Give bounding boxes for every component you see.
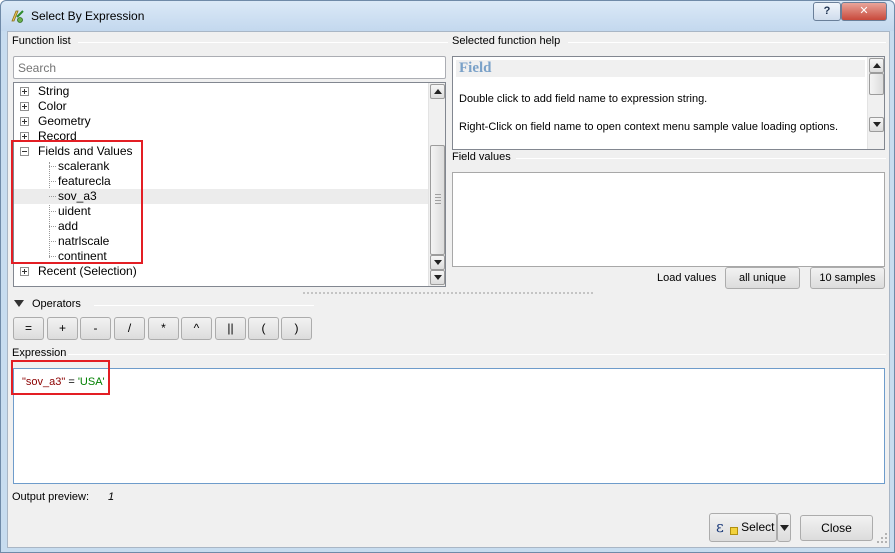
op-close-paren-button[interactable]: ) (281, 317, 312, 340)
fields-highlight-box (11, 140, 143, 264)
all-unique-button[interactable]: all unique (725, 267, 800, 289)
scroll-thumb[interactable] (869, 73, 884, 95)
op-concat-button[interactable]: || (215, 317, 246, 340)
op-plus-button[interactable]: + (47, 317, 78, 340)
arrow-down-icon (434, 260, 442, 265)
close-button[interactable]: Close (800, 515, 873, 541)
help-button[interactable]: ? (813, 2, 841, 21)
collapse-operators-icon[interactable] (14, 300, 24, 308)
output-preview-label: Output preview: (12, 491, 90, 503)
tree-item-geometry[interactable]: Geometry (14, 114, 428, 129)
tree-item-string[interactable]: String (14, 84, 428, 99)
expression-label: Expression (12, 347, 67, 359)
expand-icon[interactable] (20, 87, 29, 96)
function-list-divider (78, 42, 448, 43)
window-close-button[interactable]: ✕ (841, 2, 887, 21)
expand-icon[interactable] (20, 102, 29, 111)
splitter-handle[interactable] (303, 292, 593, 294)
scroll-thumb[interactable] (430, 145, 445, 255)
arrow-down-icon (434, 275, 442, 280)
expression-select-icon (11, 10, 24, 23)
function-list-label: Function list (12, 35, 71, 47)
op-minus-button[interactable]: - (80, 317, 111, 340)
expression-editor[interactable]: "sov_a3" = 'USA' (13, 368, 885, 484)
selection-square-icon (730, 526, 739, 535)
epsilon-select-icon: ε (716, 518, 724, 536)
function-search-input[interactable] (13, 56, 446, 79)
help-divider (568, 42, 886, 43)
select-button[interactable]: ε Select (709, 513, 777, 542)
scroll-down-button-2[interactable] (430, 270, 445, 285)
function-help-panel: Field Double click to add field name to … (452, 56, 885, 150)
operators-label: Operators (32, 298, 81, 310)
output-preview-value: 1 (108, 491, 115, 503)
field-values-list[interactable] (452, 172, 885, 267)
scroll-up-button[interactable] (430, 84, 445, 99)
dialog-body: Function list String Color Geometry Reco… (7, 31, 890, 548)
function-help-label: Selected function help (452, 35, 561, 47)
chevron-down-icon (780, 525, 789, 531)
help-line-2: Right-Click on field name to open contex… (459, 121, 839, 133)
expression-divider (68, 354, 886, 355)
scroll-up-button[interactable] (869, 58, 884, 73)
help-line-1: Double click to add field name to expres… (459, 93, 708, 105)
load-values-label: Load values (657, 272, 717, 284)
help-heading: Field (456, 60, 865, 77)
op-divide-button[interactable]: / (114, 317, 145, 340)
operators-divider (94, 305, 314, 306)
dialog-window: Select By Expression ? ✕ Function list S… (0, 0, 895, 553)
tree-item-color[interactable]: Color (14, 99, 428, 114)
expand-icon[interactable] (20, 117, 29, 126)
arrow-down-icon (873, 122, 881, 127)
arrow-up-icon (873, 63, 881, 68)
tree-item-recent-selection[interactable]: Recent (Selection) (14, 264, 428, 279)
window-title: Select By Expression (31, 9, 145, 23)
arrow-up-icon (434, 89, 442, 94)
scroll-down-button[interactable] (869, 117, 884, 132)
expand-icon[interactable] (20, 267, 29, 276)
expression-highlight-box (11, 360, 110, 395)
help-scrollbar[interactable] (867, 57, 884, 149)
ten-samples-button[interactable]: 10 samples (810, 267, 885, 289)
op-multiply-button[interactable]: * (148, 317, 179, 340)
resize-grip-icon[interactable] (876, 532, 888, 544)
op-power-button[interactable]: ^ (181, 317, 212, 340)
title-bar[interactable]: Select By Expression ? ✕ (1, 1, 894, 31)
field-values-label: Field values (452, 151, 511, 163)
select-dropdown-button[interactable] (777, 513, 791, 542)
tree-scrollbar[interactable] (428, 83, 445, 286)
op-equals-button[interactable]: = (13, 317, 44, 340)
field-values-divider (516, 158, 886, 159)
scroll-down-button[interactable] (430, 255, 445, 270)
op-open-paren-button[interactable]: ( (248, 317, 279, 340)
